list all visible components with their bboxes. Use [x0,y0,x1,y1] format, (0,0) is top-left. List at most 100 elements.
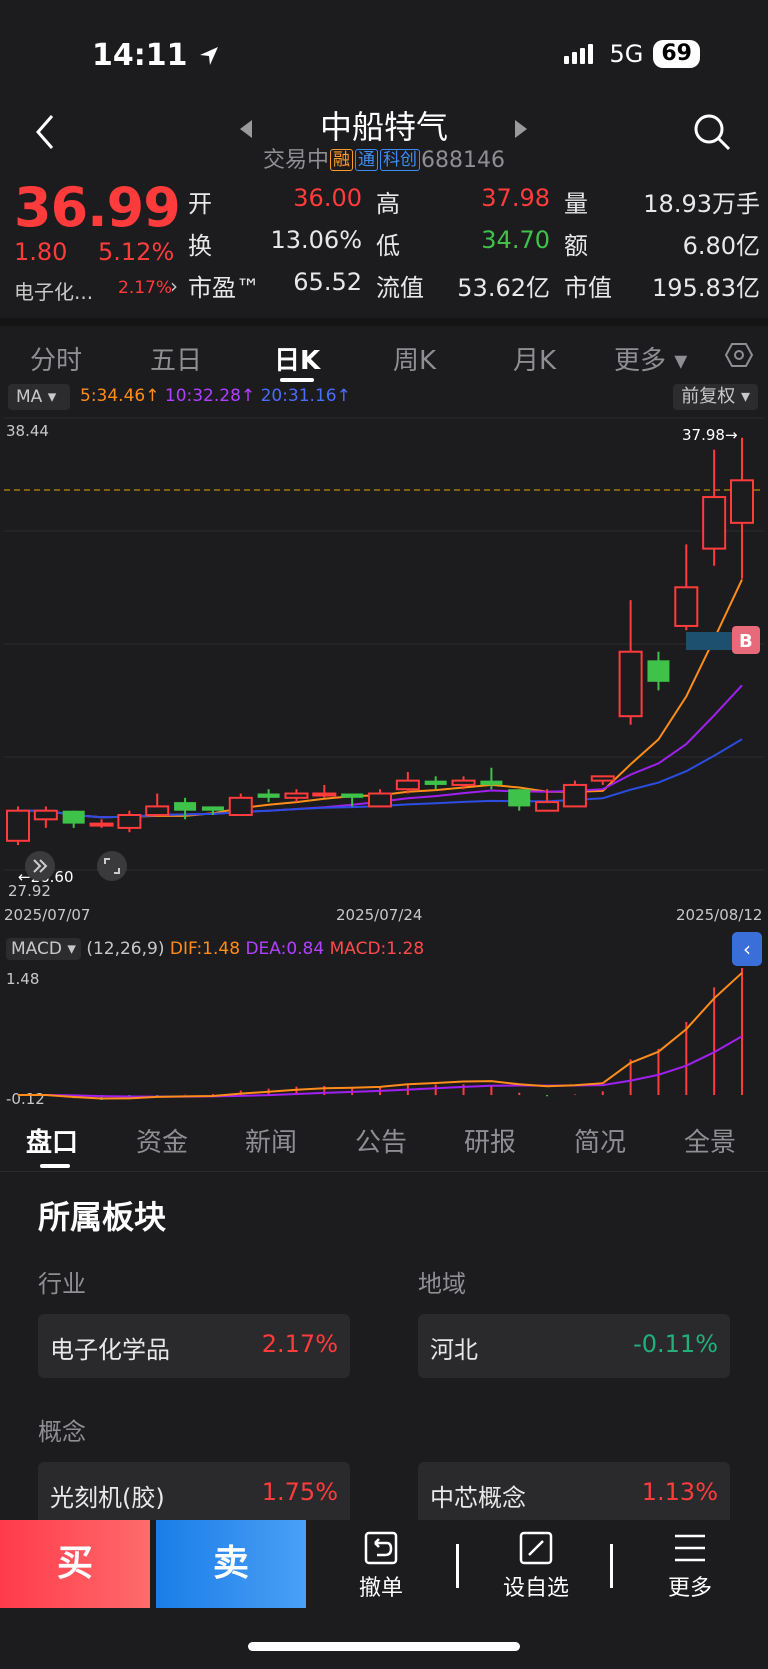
candle [312,784,337,798]
tab-monthly-k[interactable]: 月K [513,340,556,377]
indicator-select[interactable]: MA ▾ [8,384,70,410]
search-icon[interactable] [692,112,732,152]
buy-marker[interactable]: B [686,626,760,654]
tab-order-book[interactable]: 盘口 [26,1122,78,1159]
candle [62,810,85,828]
sector-name[interactable]: 电子化... [14,276,93,305]
bottom-trade-bar: 买 卖 撤单 设自选 更多 [0,1520,768,1608]
candle-body [33,809,58,821]
dif-value: DIF:1.48 [169,939,241,959]
tab-research[interactable]: 研报 [464,1122,516,1159]
macd-params: (12,26,9) [86,939,165,959]
candle-body [647,660,670,682]
location-icon [199,47,218,65]
chart-tabs: 分时 五日 日K 周K 月K 更多 ▾ [0,318,768,382]
tab-overview[interactable]: 全景 [684,1122,736,1159]
tab-profile[interactable]: 简况 [574,1122,626,1159]
quote-value: 53.62亿 [457,274,550,302]
high-label: 37.98→ [682,426,738,444]
quote-label: 流值 [376,274,424,302]
tab-news[interactable]: 新闻 [245,1122,297,1159]
tab-daily-k[interactable]: 日K [274,340,320,377]
quote-value: 6.80亿 [682,232,760,260]
margin-tag: 融 [330,149,354,171]
candle-body [702,496,727,550]
chevron-right-icon[interactable]: › [170,274,178,298]
candle [228,793,253,817]
buy-button[interactable]: 买 [0,1520,150,1608]
concept-card[interactable]: 中芯概念 1.13% [418,1462,730,1526]
signal-icon [563,44,593,64]
kline-chart[interactable]: 38.44 27.92 37.98→ ←28.60 B 2025/07/07 2… [0,414,768,934]
tab-funds[interactable]: 资金 [136,1122,188,1159]
industry-card[interactable]: 电子化学品 2.17% [38,1314,350,1378]
industry-label: 行业 [38,1270,86,1298]
tab-intraday[interactable]: 分时 [30,340,82,377]
y-top-label: 38.44 [6,422,49,440]
candle [145,793,170,817]
quote-label: 高 [376,190,400,218]
macd-select[interactable]: MACD ▾ [6,938,81,960]
macd-chart: 1.48 -0.12 [6,968,743,1108]
candle-body [535,801,560,812]
tab-more[interactable]: 更多 ▾ [614,340,687,377]
concept-name: 光刻机(胶) [50,1484,165,1512]
settings-icon[interactable] [724,340,754,370]
quote-label: 额 [564,232,588,260]
candle-body [284,792,309,799]
more-button[interactable]: 更多 [662,1530,718,1602]
region-name: 河北 [430,1336,478,1364]
candle-body [730,479,754,524]
cancel-order-button[interactable]: 撤单 [350,1530,412,1602]
candle [33,806,58,828]
quote-value: 65.52 [293,268,362,296]
stock-code: 688146 [421,148,505,173]
candle-body [508,789,531,807]
macd-value: MACD:1.28 [329,939,425,959]
concept-pct: 1.13% [641,1478,718,1506]
star-market-tag: 科创 [380,149,421,171]
price-change: 1.80 [14,238,68,266]
candle-body [424,780,447,785]
quote-label: 市盈™ [188,274,260,302]
candle-body [562,783,587,808]
sector-pct: 2.17% [118,278,173,298]
concept-pct: 1.75% [261,1478,338,1506]
more-label: 更多 [667,1576,712,1601]
candle-body [117,814,142,829]
candle [395,772,420,794]
macd-header: MACD ▾ (12,26,9) DIF:1.48 DEA:0.84 MACD:… [6,938,424,960]
ma-values: 5:34.46↑ 10:32.28↑ 20:31.16↑ [80,386,351,406]
quote-label: 市值 [564,274,612,302]
candle-body [395,779,420,791]
concept-card[interactable]: 光刻机(胶) 1.75% [38,1462,350,1526]
dea-value: DEA:0.84 [245,939,325,959]
add-watchlist-button[interactable]: 设自选 [496,1530,576,1602]
fullscreen-icon[interactable] [97,851,127,881]
region-card[interactable]: 河北 -0.11% [418,1314,730,1378]
region-label: 地域 [418,1270,466,1298]
candle [730,437,754,579]
adjustment-select[interactable]: 前复权 ▾ [673,384,758,410]
x-label-mid: 2025/07/24 [336,906,422,924]
section-title: 所属板块 [38,1198,167,1236]
x-label-end: 2025/08/12 [676,906,762,924]
candle-body [145,805,170,817]
candle-body [6,809,30,842]
quote-value: 195.83亿 [652,274,760,302]
tab-weekly-k[interactable]: 周K [393,340,436,377]
tab-five-day[interactable]: 五日 [150,340,202,377]
tab-announcements[interactable]: 公告 [355,1122,407,1159]
macd-top-label: 1.48 [6,970,39,988]
stock-subtitle: 交易中融通科创 688146 [0,142,768,174]
active-info-tab-indicator [40,1164,70,1168]
macd-bottom-label: -0.12 [6,1090,45,1108]
candle [618,600,643,725]
candle-body [341,793,364,798]
sell-button[interactable]: 卖 [156,1520,306,1608]
ma5-value: 5:34.46↑ [80,386,160,406]
next-stock-icon[interactable] [515,120,527,138]
price-change-pct: 5.12% [98,238,175,266]
expand-left-icon[interactable] [25,851,55,881]
add-watchlist-label: 设自选 [502,1576,569,1601]
